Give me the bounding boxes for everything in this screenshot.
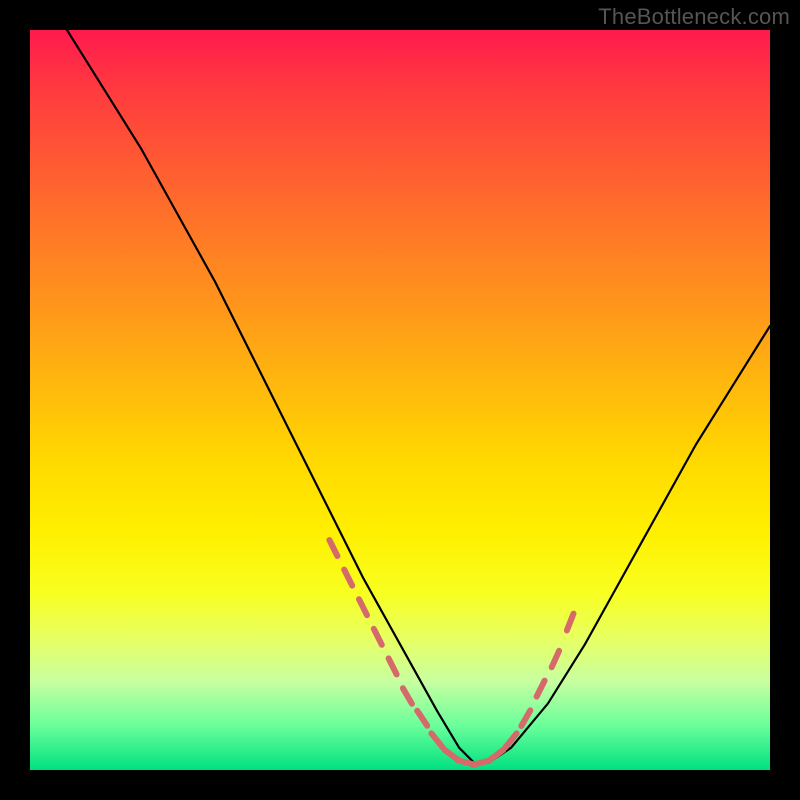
data-marker <box>389 658 397 674</box>
data-marker <box>374 629 382 645</box>
curve-layer <box>30 30 770 770</box>
data-marker <box>552 651 559 667</box>
data-marker <box>359 599 367 615</box>
data-marker <box>567 614 574 631</box>
plot-area <box>30 30 770 770</box>
bottleneck-curve <box>30 30 770 763</box>
data-marker <box>417 711 427 726</box>
data-marker <box>431 733 442 747</box>
chart-frame: TheBottleneck.com <box>0 0 800 800</box>
watermark-text: TheBottleneck.com <box>598 4 790 30</box>
data-marker <box>329 540 337 556</box>
data-marker <box>344 570 352 586</box>
data-marker <box>537 681 545 697</box>
data-marker <box>521 710 530 726</box>
data-markers <box>329 540 573 765</box>
data-marker <box>505 733 516 747</box>
data-marker <box>403 688 412 704</box>
